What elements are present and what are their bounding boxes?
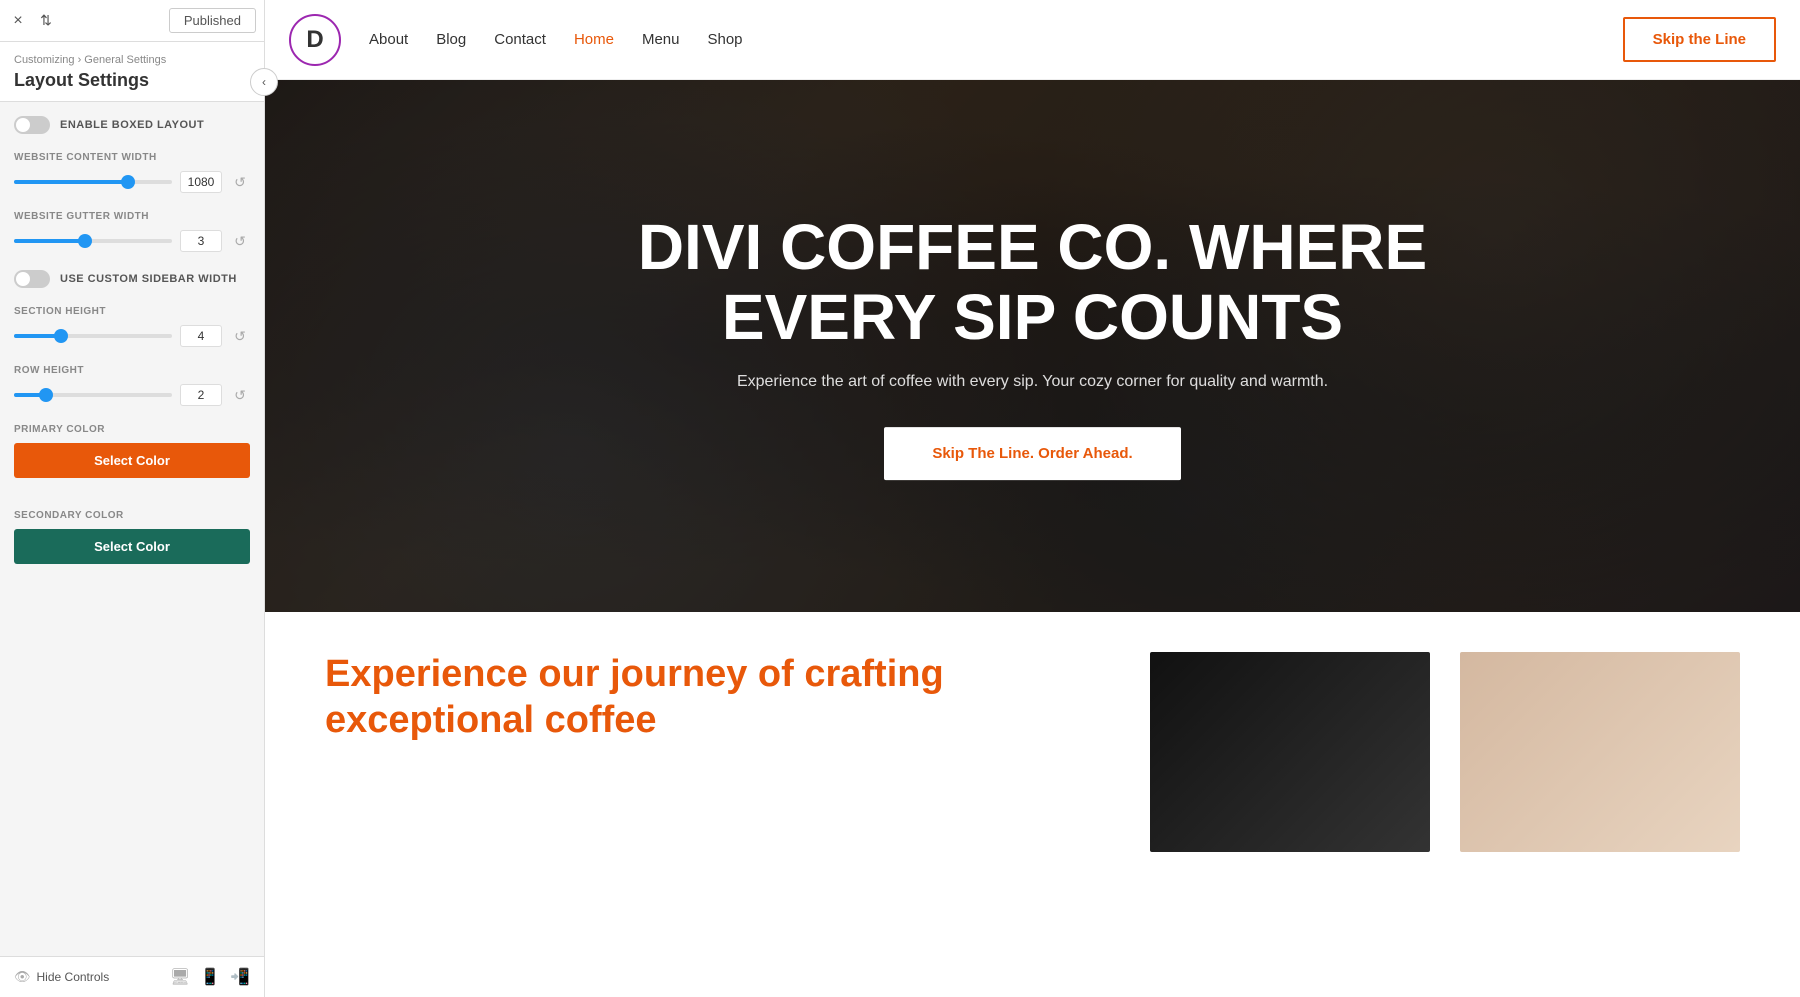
row-height-input[interactable] — [180, 384, 222, 406]
close-icon[interactable]: × — [8, 11, 28, 31]
site-logo: D — [289, 14, 341, 66]
hero-cta-button[interactable]: Skip The Line. Order Ahead. — [884, 427, 1180, 480]
bottom-bar: 👁 Hide Controls 🖥 📱 📲 — [0, 956, 264, 997]
customizer-topbar: × ⇅ Published — [0, 0, 264, 42]
site-header: D About Blog Contact Home Menu Shop Skip… — [265, 0, 1800, 80]
gutter-width-thumb[interactable] — [78, 234, 92, 248]
enable-boxed-layout-row: Enable Boxed Layout — [14, 116, 250, 134]
section-height-track[interactable] — [14, 334, 172, 338]
nav-contact[interactable]: Contact — [494, 31, 546, 48]
device-icons: 🖥 📱 📲 — [170, 967, 250, 987]
content-width-thumb[interactable] — [121, 175, 135, 189]
hide-controls-label: Hide Controls — [37, 970, 110, 984]
section-height-thumb[interactable] — [54, 329, 68, 343]
customizer-panel: × ⇅ Published Customizing › General Sett… — [0, 0, 265, 997]
sort-icon[interactable]: ⇅ — [36, 11, 56, 31]
enable-boxed-toggle[interactable] — [14, 116, 50, 134]
nav-blog[interactable]: Blog — [436, 31, 466, 48]
enable-boxed-label: Enable Boxed Layout — [60, 119, 204, 131]
published-button[interactable]: Published — [169, 8, 256, 33]
content-width-input[interactable] — [180, 171, 222, 193]
nav-menu[interactable]: Menu — [642, 31, 680, 48]
collapse-panel-button[interactable]: ‹ — [250, 68, 278, 96]
desktop-icon[interactable]: 🖥 — [170, 967, 190, 987]
section-height-input[interactable] — [180, 325, 222, 347]
below-heading: Experience our journey of crafting excep… — [325, 652, 1120, 743]
preview-area: D About Blog Contact Home Menu Shop Skip… — [265, 0, 1800, 997]
below-hero: Experience our journey of crafting excep… — [265, 612, 1800, 997]
below-image-1 — [1150, 652, 1430, 852]
site-nav: About Blog Contact Home Menu Shop — [369, 31, 743, 48]
nav-home[interactable]: Home — [574, 31, 614, 48]
gutter-width-reset[interactable]: ↺ — [230, 231, 250, 251]
tablet-icon[interactable]: 📱 — [200, 967, 220, 987]
below-text: Experience our journey of crafting excep… — [325, 652, 1120, 957]
gutter-width-input[interactable] — [180, 230, 222, 252]
primary-color-label: Primary Color — [14, 424, 250, 435]
row-height-reset[interactable]: ↺ — [230, 385, 250, 405]
primary-color-button[interactable]: Select Color — [14, 443, 250, 478]
settings-content: Enable Boxed Layout Website Content Widt… — [0, 102, 264, 956]
gutter-width-fill — [14, 239, 85, 243]
row-height-track[interactable] — [14, 393, 172, 397]
row-height-thumb[interactable] — [39, 388, 53, 402]
content-width-track[interactable] — [14, 180, 172, 184]
secondary-color-label: Secondary Color — [14, 510, 250, 521]
content-width-fill — [14, 180, 128, 184]
custom-sidebar-toggle[interactable] — [14, 270, 50, 288]
row-height-slider-row: ↺ — [14, 384, 250, 406]
gutter-width-group: Website Gutter Width ↺ — [14, 211, 250, 252]
custom-sidebar-row: Use Custom Sidebar Width — [14, 270, 250, 288]
primary-color-group: Primary Color Select Color — [14, 424, 250, 492]
section-height-label: Section Height — [14, 306, 250, 317]
section-height-slider-row: ↺ — [14, 325, 250, 347]
below-image-2 — [1460, 652, 1740, 852]
row-height-label: Row Height — [14, 365, 250, 376]
gutter-width-slider-row: ↺ — [14, 230, 250, 252]
section-height-group: Section Height ↺ — [14, 306, 250, 347]
skip-the-line-header-button[interactable]: Skip the Line — [1623, 17, 1776, 62]
custom-sidebar-label: Use Custom Sidebar Width — [60, 273, 237, 285]
content-width-label: Website Content Width — [14, 152, 250, 163]
content-width-reset[interactable]: ↺ — [230, 172, 250, 192]
page-title: Layout Settings — [14, 70, 250, 91]
gutter-width-label: Website Gutter Width — [14, 211, 250, 222]
hero-subtitle: Experience the art of coffee with every … — [633, 373, 1433, 391]
hero-content: DIVI COFFEE CO. WHERE EVERY SIP COUNTS E… — [633, 212, 1433, 480]
nav-shop[interactable]: Shop — [707, 31, 742, 48]
secondary-color-group: Secondary Color Select Color — [14, 510, 250, 564]
hero-section: DIVI COFFEE CO. WHERE EVERY SIP COUNTS E… — [265, 80, 1800, 612]
content-width-group: Website Content Width ↺ — [14, 152, 250, 193]
row-height-group: Row Height ↺ — [14, 365, 250, 406]
section-height-reset[interactable]: ↺ — [230, 326, 250, 346]
eye-icon: 👁 — [14, 969, 31, 985]
secondary-color-button[interactable]: Select Color — [14, 529, 250, 564]
mobile-icon[interactable]: 📲 — [230, 967, 250, 987]
nav-about[interactable]: About — [369, 31, 408, 48]
breadcrumb-area: Customizing › General Settings Layout Se… — [0, 42, 264, 102]
content-width-slider-row: ↺ — [14, 171, 250, 193]
hide-controls-button[interactable]: 👁 Hide Controls — [14, 969, 109, 985]
gutter-width-track[interactable] — [14, 239, 172, 243]
hero-title: DIVI COFFEE CO. WHERE EVERY SIP COUNTS — [633, 212, 1433, 353]
breadcrumb: Customizing › General Settings — [14, 54, 250, 66]
